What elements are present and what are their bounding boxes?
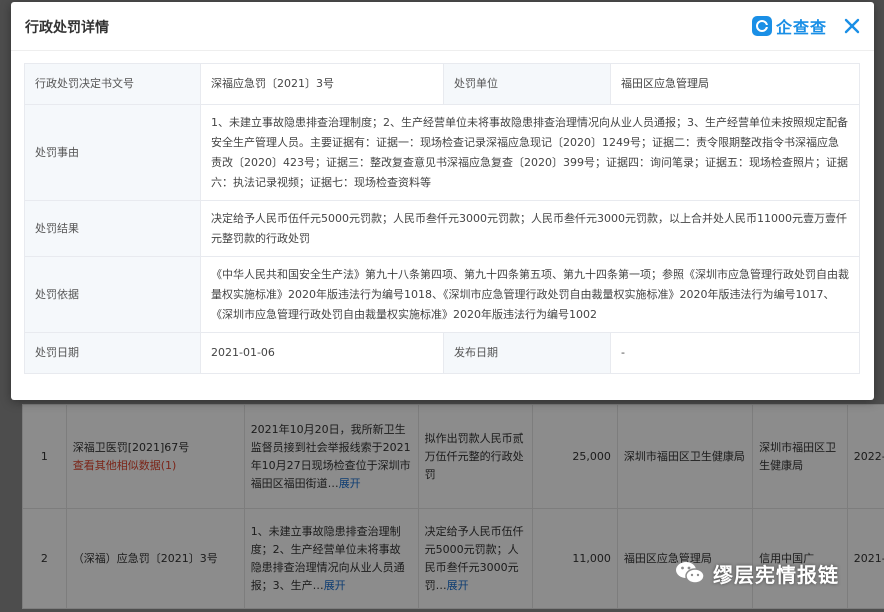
wechat-icon [676,562,705,584]
matter-label: 处罚事由 [24,104,201,201]
close-icon [844,18,860,34]
basis-label: 处罚依据 [24,256,201,333]
basis-value: 《中华人民共和国安全生产法》第九十八条第四项、第九十四条第五项、第九十四条第一项… [200,256,860,333]
close-button[interactable] [840,14,864,38]
matter-value: 1、未建立事故隐患排查治理制度；2、生产经营单位未将事故隐患排查治理情况向从业人… [200,104,860,201]
doc-no-value: 深福应急罚〔2021〕3号 [200,63,444,105]
wechat-watermark: 缪层宪情报链 [675,556,839,590]
detail-table: 行政处罚决定书文号 深福应急罚〔2021〕3号 处罚单位 福田区应急管理局 处罚… [24,63,860,374]
modal-title: 行政处罚详情 [25,20,109,36]
unit-value: 福田区应急管理局 [610,63,860,105]
result-value: 决定给予人民币伍仟元5000元罚款；人民币叁仟元3000元罚款；人民币叁仟元30… [200,200,860,257]
publish-value: - [610,332,860,374]
detail-row-date: 处罚日期 2021-01-06 发布日期 - [24,332,860,374]
unit-label: 处罚单位 [443,63,611,105]
modal-header: 行政处罚详情 企查查 [11,2,874,51]
detail-row-basis: 处罚依据 《中华人民共和国安全生产法》第九十八条第四项、第九十四条第五项、第九十… [24,256,860,333]
publish-label: 发布日期 [443,332,611,374]
penalty-detail-modal: 行政处罚详情 企查查 行政处罚决定书文号 深福应急罚〔2021〕3号 处罚单位 … [11,2,874,400]
date-value: 2021-01-06 [200,332,444,374]
doc-no-label: 行政处罚决定书文号 [24,63,201,105]
detail-row-matter: 处罚事由 1、未建立事故隐患排查治理制度；2、生产经营单位未将事故隐患排查治理情… [24,104,860,201]
detail-row-result: 处罚结果 决定给予人民币伍仟元5000元罚款；人民币叁仟元3000元罚款；人民币… [24,200,860,257]
qichacha-logo-icon [752,16,772,36]
result-label: 处罚结果 [24,200,201,257]
detail-row-doc: 行政处罚决定书文号 深福应急罚〔2021〕3号 处罚单位 福田区应急管理局 [24,63,860,105]
qichacha-logo: 企查查 [752,14,827,38]
watermark-text: 缪层宪情报链 [713,562,839,587]
logo-text: 企查查 [776,18,828,37]
date-label: 处罚日期 [24,332,201,374]
